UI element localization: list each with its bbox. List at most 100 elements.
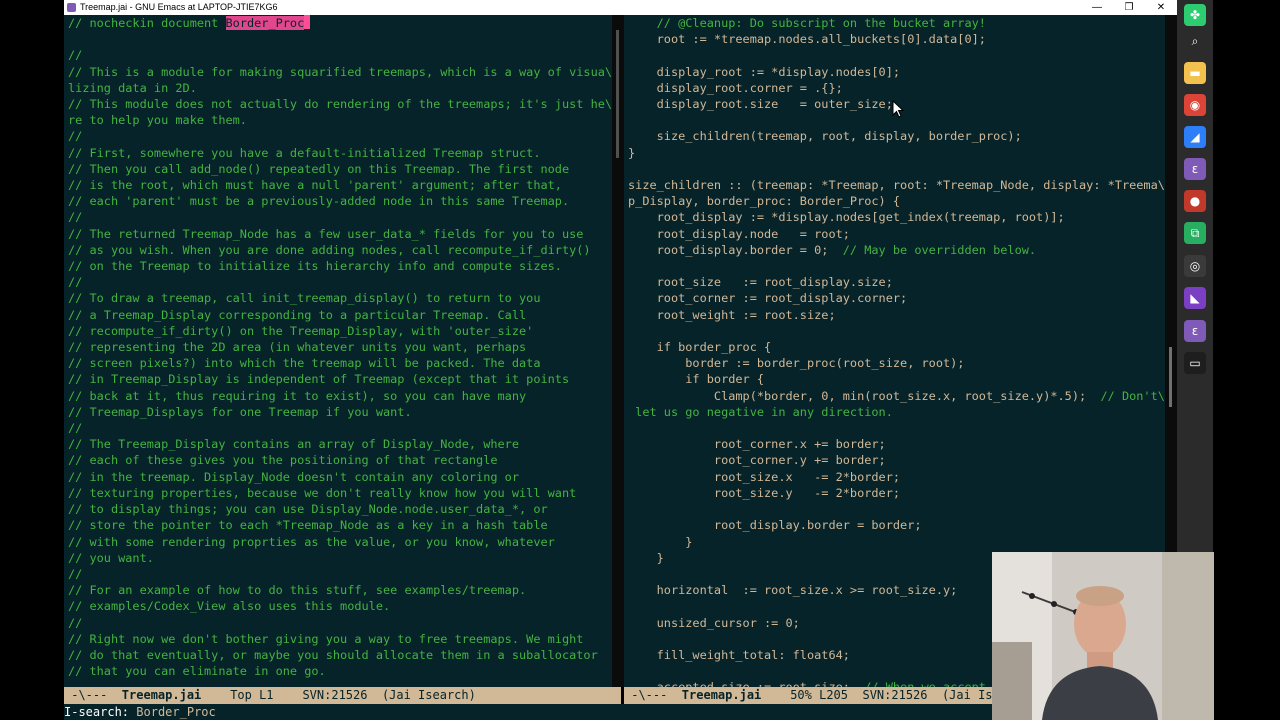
code-line: root_size := root_display.size; xyxy=(628,275,893,290)
code-line: // First, somewhere you have a default-i… xyxy=(68,145,541,160)
code-line: // representing the 2D area (in whatever… xyxy=(68,340,527,355)
minibuffer[interactable]: I-search: Border_Proc xyxy=(64,704,994,720)
left-code-lines: // // This is a module for making squari… xyxy=(68,48,612,678)
code-line: // store the pointer to each *Treemap_No… xyxy=(68,518,548,533)
maximize-button[interactable]: ❐ xyxy=(1114,0,1144,15)
file-explorer-icon[interactable]: ▬ xyxy=(1184,62,1206,84)
code-line: // texturing properties, because we don'… xyxy=(68,485,577,500)
code-line: // Then you call add_node() repeatedly o… xyxy=(68,161,570,176)
right-mode-line[interactable]: -\--- Treemap.jai 50% L205 SVN:21526 (Ja… xyxy=(624,687,994,704)
recorder-icon[interactable]: ● xyxy=(1184,190,1206,212)
window-titlebar[interactable]: Treemap.jai - GNU Emacs at LAPTOP-JTIE7K… xyxy=(64,0,1177,15)
left-mode-line[interactable]: -\--- Treemap.jai Top L1 SVN:21526 (Jai … xyxy=(64,687,621,704)
code-line: p_Display, border_proc: Border_Proc) { xyxy=(628,194,901,209)
code-line: // xyxy=(68,275,83,290)
code-line: root_display.border = border; xyxy=(628,518,922,533)
code-line: size_children :: (treemap: *Treemap, roo… xyxy=(628,178,1165,193)
code-line: root_display := *display.nodes[get_index… xyxy=(628,210,1065,225)
right-scrollbar-thumb[interactable] xyxy=(1169,347,1172,407)
code-line: let us go negative in any direction. xyxy=(628,404,893,419)
isearch-prompt: I-search: xyxy=(64,705,130,719)
chrome-icon[interactable]: ◉ xyxy=(1184,94,1206,116)
code-line: // xyxy=(68,48,83,63)
left-black-margin xyxy=(0,0,64,720)
modeline-vcs: SVN:21526 xyxy=(862,688,928,702)
code-line: // @Cleanup: Do subscript on the bucket … xyxy=(656,16,986,30)
code-line: root_size.y -= 2*border; xyxy=(628,485,901,500)
code-line: size_children(treemap, root, display, bo… xyxy=(628,129,1022,144)
code-line: // The Treemap_Display contains an array… xyxy=(68,437,520,452)
code-line: unsized_cursor := 0; xyxy=(628,615,800,630)
modeline-line: L205 xyxy=(819,688,849,702)
emacs-icon[interactable]: ε xyxy=(1184,158,1206,180)
emacs-app-icon xyxy=(67,3,76,12)
right-black-margin xyxy=(1213,0,1280,720)
isearch-match: Border_Proc xyxy=(225,16,305,30)
code-line: // To draw a treemap, call init_treemap_… xyxy=(68,291,541,306)
code-line: // on the Treemap to initialize its hier… xyxy=(68,259,562,274)
code-line: } xyxy=(628,145,636,160)
webcam-overlay xyxy=(992,552,1214,720)
modeline-buffer-name: Treemap.jai xyxy=(121,688,202,702)
code-line: root_display.border = 0; // May be overr… xyxy=(628,242,1037,257)
isearch-query[interactable]: Border_Proc xyxy=(136,705,215,719)
minimize-button[interactable]: — xyxy=(1082,0,1112,15)
code-line: } xyxy=(628,550,664,565)
modeline-status-flags: -\--- xyxy=(64,688,122,702)
first-line-prefix: // nocheckin document xyxy=(68,16,226,30)
code-line: // each 'parent' must be a previously-ad… xyxy=(68,194,570,209)
code-line: lizing data in 2D. xyxy=(68,80,197,95)
code-line: root_corner.x += border; xyxy=(628,437,886,452)
remote-app-icon[interactable]: ⧉ xyxy=(1184,222,1206,244)
window-title: Treemap.jai - GNU Emacs at LAPTOP-JTIE7K… xyxy=(80,2,278,12)
code-line: fill_weight_total: float64; xyxy=(628,647,850,662)
modeline-status-flags: -\--- xyxy=(624,688,682,702)
code-line: // back at it, thus requiring it to exis… xyxy=(68,388,527,403)
cluster-app-icon[interactable]: ✤ xyxy=(1184,4,1206,26)
code-line: root_weight := root.size; xyxy=(628,307,836,322)
code-line: // with some rendering proprties as the … xyxy=(68,534,555,549)
text-cursor xyxy=(304,15,311,29)
window-divider-scrollbar[interactable] xyxy=(612,15,624,687)
modeline-mode: (Jai Isearch) xyxy=(381,688,476,702)
code-line: root_corner := root_display.corner; xyxy=(628,291,908,306)
left-scrollbar-thumb[interactable] xyxy=(616,30,619,158)
code-line: // in Treemap_Display is independent of … xyxy=(68,372,570,387)
code-line: root_size.x -= 2*border; xyxy=(628,469,901,484)
code-line: // The returned Treemap_Node has a few u… xyxy=(68,226,584,241)
code-line: // that you can eliminate in one go. xyxy=(68,664,326,679)
code-line: // a Treemap_Display corresponding to a … xyxy=(68,307,527,322)
code-line: re to help you make them. xyxy=(68,113,247,128)
code-line: // xyxy=(68,566,83,581)
code-line: // as you wish. When you are done adding… xyxy=(68,242,591,257)
code-line: // For an example of how to do this stuf… xyxy=(68,583,527,598)
modeline-vcs: SVN:21526 xyxy=(302,688,368,702)
code-line: // screen pixels?) into which the treema… xyxy=(68,356,541,371)
code-line: root_corner.y += border; xyxy=(628,453,886,468)
obs-icon[interactable]: ◎ xyxy=(1184,255,1206,277)
code-line: // recompute_if_dirty() on the Treemap_D… xyxy=(68,323,534,338)
vs-purple-icon[interactable]: ◣ xyxy=(1184,287,1206,309)
code-line: // xyxy=(68,129,83,144)
search-icon[interactable]: ⌕ xyxy=(1184,30,1206,52)
code-line: // is the root, which must have a null '… xyxy=(68,178,562,193)
terminal-icon[interactable]: ▭ xyxy=(1184,352,1206,374)
code-line: Clamp(*border, 0, min(root_size.x, root_… xyxy=(628,388,1165,403)
code-line: // you want. xyxy=(68,550,154,565)
code-line: // in the treemap. Display_Node doesn't … xyxy=(68,469,520,484)
close-button[interactable]: ✕ xyxy=(1146,0,1176,15)
code-line: display_root.corner = .{}; xyxy=(628,80,843,95)
code-line: // each of these gives you the positioni… xyxy=(68,453,498,468)
left-code-text[interactable]: // nocheckin document Border_Proc // // … xyxy=(68,15,612,679)
visual-studio-icon[interactable]: ◢ xyxy=(1184,126,1206,148)
code-line: accepted_size := root_size; // When we a… xyxy=(628,680,986,687)
code-line: // Treemap_Displays for one Treemap if y… xyxy=(68,404,412,419)
left-editor-pane[interactable]: // nocheckin document Border_Proc // // … xyxy=(64,15,612,687)
webcam-presenter-image xyxy=(992,552,1214,720)
code-line: display_root := *display.nodes[0]; xyxy=(628,64,901,79)
code-line: border := border_proc(root_size, root); xyxy=(628,356,965,371)
modeline-buffer-name: Treemap.jai xyxy=(681,688,762,702)
modeline-mode: (Jai Is xyxy=(941,688,993,702)
emacs-icon-2[interactable]: ε xyxy=(1184,320,1206,342)
code-line: root_display.node = root; xyxy=(628,226,850,241)
